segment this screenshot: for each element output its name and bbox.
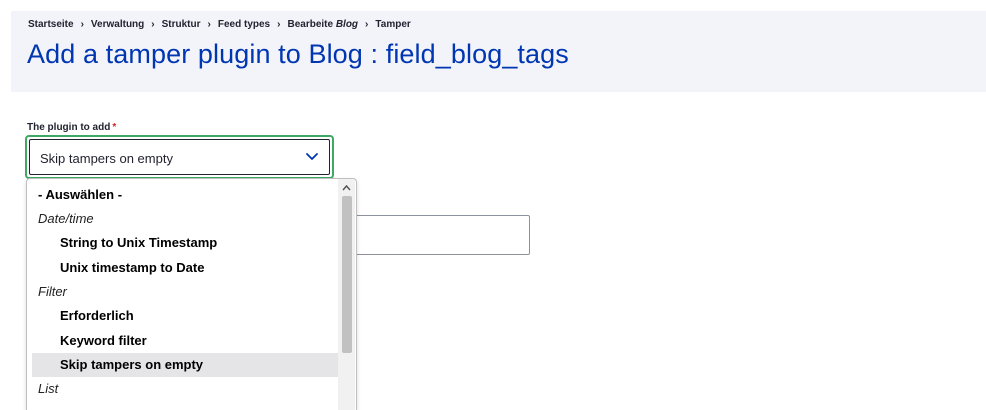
required-marker: *	[112, 122, 117, 133]
breadcrumb-link-verwaltung[interactable]: Verwaltung	[91, 19, 144, 30]
plugin-select-control[interactable]: Skip tampers on empty	[29, 139, 330, 175]
plugin-field-label: The plugin to add *	[27, 122, 116, 133]
plugin-label-text: The plugin to add	[27, 122, 111, 133]
page-title: Add a tamper plugin to Blog : field_blog…	[27, 39, 569, 69]
breadcrumb-edit-name: Blog	[335, 19, 359, 30]
text-input[interactable]	[330, 215, 530, 255]
option-default[interactable]: - Auswählen -	[27, 183, 338, 207]
scrollbar-thumb[interactable]	[342, 196, 352, 353]
breadcrumb-link-startseite[interactable]: Startseite	[28, 19, 74, 30]
dropdown-scrollbar[interactable]	[338, 179, 355, 410]
plugin-select[interactable]: Skip tampers on empty	[25, 135, 334, 179]
option-erforderlich[interactable]: Erforderlich	[27, 304, 338, 328]
breadcrumb-separator: ›	[365, 19, 369, 30]
option-skip-tampers-on-empty[interactable]: Skip tampers on empty	[32, 353, 338, 377]
breadcrumb-link-feed-types[interactable]: Feed types	[218, 19, 270, 30]
breadcrumb-link-struktur[interactable]: Struktur	[162, 19, 201, 30]
option-keyword-filter[interactable]: Keyword filter	[27, 329, 338, 353]
breadcrumb-separator: ›	[277, 19, 281, 30]
plugin-dropdown-list: - Auswählen - Date/time String to Unix T…	[26, 178, 357, 410]
breadcrumb-edit-prefix: Bearbeite	[287, 19, 334, 30]
breadcrumb: Startseite › Verwaltung › Struktur › Feed type…	[28, 19, 411, 30]
breadcrumb-separator: ›	[80, 19, 84, 30]
page-header: Startseite › Verwaltung › Struktur › Feed type…	[11, 11, 986, 92]
optgroup-date-time: Date/time	[38, 211, 94, 226]
breadcrumb-current: Tamper	[375, 19, 411, 30]
option-unix-timestamp-to-date[interactable]: Unix timestamp to Date	[27, 256, 338, 280]
optgroup-list: List	[38, 381, 59, 396]
plugin-select-value: Skip tampers on empty	[40, 151, 173, 166]
breadcrumb-link-edit-blog[interactable]: Bearbeite Blog	[287, 19, 358, 30]
breadcrumb-separator: ›	[151, 19, 155, 30]
chevron-down-icon	[306, 153, 318, 160]
breadcrumb-separator: ›	[207, 19, 211, 30]
optgroup-filter: Filter	[38, 284, 67, 299]
option-string-to-unix-timestamp[interactable]: String to Unix Timestamp	[27, 231, 338, 255]
caret-up-icon[interactable]	[338, 181, 355, 195]
